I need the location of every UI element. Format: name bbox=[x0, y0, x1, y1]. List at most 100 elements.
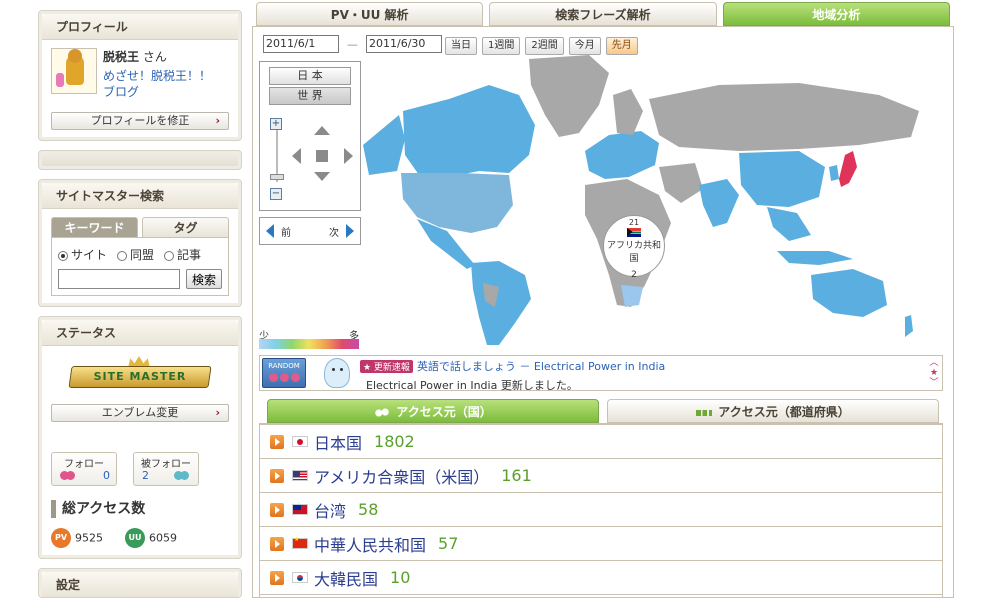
profile-box: プロフィール 脱税王 さん めざせ！脱税王！！ ブログ プロフィールを修正 › bbox=[38, 10, 242, 141]
map-indonesia bbox=[777, 251, 853, 265]
emblem-change-button[interactable]: エンブレム変更 › bbox=[51, 404, 229, 422]
map-australia bbox=[811, 269, 887, 317]
tab-access-prefecture[interactable]: アクセス元（都道府県） bbox=[607, 399, 939, 423]
zoom-in-icon[interactable]: + bbox=[270, 118, 282, 130]
tab-access-country[interactable]: アクセス元（国） bbox=[267, 399, 599, 423]
table-row[interactable]: 日本国 1802 bbox=[260, 425, 942, 459]
pan-center-icon[interactable] bbox=[316, 150, 328, 162]
radio-site[interactable]: サイト bbox=[58, 246, 107, 263]
followed-button[interactable]: 被フォロー 2 bbox=[133, 452, 199, 486]
map-se-asia bbox=[767, 207, 811, 241]
next-arrow-icon[interactable] bbox=[346, 224, 354, 238]
map-control-panel: 日 本 世 界 + − bbox=[259, 61, 361, 211]
range-today-button[interactable]: 当日 bbox=[445, 37, 477, 55]
country-name[interactable]: 中華人民共和国 bbox=[314, 532, 426, 556]
country-name[interactable]: 台湾 bbox=[314, 498, 346, 522]
star-icon[interactable]: ★ bbox=[928, 368, 940, 378]
pan-down-icon[interactable] bbox=[314, 172, 330, 181]
range-last-month-button[interactable]: 先月 bbox=[605, 37, 638, 55]
range-1week-button[interactable]: 1週間 bbox=[482, 37, 521, 55]
china-flag-icon bbox=[292, 536, 308, 549]
prev-next-control: 前 次 bbox=[259, 217, 361, 245]
next-icon[interactable] bbox=[290, 373, 300, 382]
expand-arrow-icon[interactable] bbox=[270, 434, 284, 449]
play-icon[interactable] bbox=[279, 373, 289, 382]
table-row[interactable]: 大韓民国 10 bbox=[260, 561, 942, 595]
map-japan bbox=[839, 151, 857, 187]
map-alaska bbox=[363, 115, 405, 175]
country-callout[interactable]: 21 アフリカ共和国 2 bbox=[603, 215, 665, 280]
country-name[interactable]: アメリカ合衆国（米国） bbox=[314, 464, 489, 488]
heart-icon bbox=[60, 471, 76, 481]
status-title: ステータス bbox=[42, 320, 238, 346]
random-button[interactable]: RANDOM bbox=[262, 358, 306, 388]
expand-arrow-icon[interactable] bbox=[270, 570, 284, 585]
country-count: 1802 bbox=[374, 432, 415, 451]
range-this-month-button[interactable]: 今月 bbox=[568, 37, 601, 55]
tab-search-phrase[interactable]: 検索フレーズ解析 bbox=[489, 2, 717, 26]
settings-box: 設定 bbox=[38, 568, 242, 598]
site-master-emblem: SITE MASTER bbox=[68, 356, 212, 400]
chevron-down-icon[interactable]: ﹀ bbox=[928, 378, 940, 388]
map-india bbox=[699, 179, 739, 227]
expand-arrow-icon[interactable] bbox=[270, 536, 284, 551]
blog-link[interactable]: めざせ！脱税王！！ ブログ bbox=[103, 68, 211, 100]
tab-pv-uu[interactable]: PV・UU 解析 bbox=[256, 2, 484, 26]
chevron-up-icon[interactable]: ︿ bbox=[928, 358, 940, 368]
table-row[interactable]: アメリカ合衆国（米国） 161 bbox=[260, 459, 942, 493]
decoration-icon bbox=[56, 73, 64, 87]
range-2week-button[interactable]: 2週間 bbox=[525, 37, 564, 55]
table-row[interactable]: 台湾 58 bbox=[260, 493, 942, 527]
profile-name: 脱税王 さん bbox=[103, 50, 167, 64]
taiwan-flag-icon bbox=[292, 504, 308, 515]
pan-right-icon[interactable] bbox=[344, 148, 353, 164]
world-map[interactable] bbox=[359, 55, 959, 345]
tab-tag[interactable]: タグ bbox=[142, 217, 229, 237]
next-button[interactable]: 次 bbox=[329, 224, 339, 239]
map-south-america bbox=[471, 261, 531, 345]
prev-button[interactable]: 前 bbox=[281, 224, 291, 239]
region-panel: 2011/6/1 — 2011/6/30 当日 1週間 2週間 今月 先月 日 … bbox=[252, 26, 954, 598]
prev-icon[interactable] bbox=[268, 373, 278, 382]
zoom-out-icon[interactable]: − bbox=[270, 188, 282, 200]
update-badge: ★ 更新速報 bbox=[360, 360, 413, 373]
zoom-slider-handle[interactable] bbox=[270, 174, 284, 180]
pan-left-icon[interactable] bbox=[292, 148, 301, 164]
main: PV・UU 解析 検索フレーズ解析 地域分析 2011/6/1 — 2011/6… bbox=[252, 0, 954, 598]
date-to-input[interactable]: 2011/6/30 bbox=[366, 35, 442, 53]
prev-arrow-icon[interactable] bbox=[266, 224, 274, 238]
expand-arrow-icon[interactable] bbox=[270, 502, 284, 517]
edit-profile-button[interactable]: プロフィールを修正 › bbox=[51, 112, 229, 130]
tab-keyword[interactable]: キーワード bbox=[51, 217, 138, 237]
avatar[interactable] bbox=[51, 48, 97, 94]
profile-title: プロフィール bbox=[42, 14, 238, 40]
radio-alliance[interactable]: 同盟 bbox=[117, 246, 154, 263]
search-input[interactable] bbox=[58, 269, 180, 289]
radio-article[interactable]: 記事 bbox=[164, 246, 201, 263]
date-from-input[interactable]: 2011/6/1 bbox=[263, 35, 339, 53]
total-access-title: 総アクセス数 bbox=[51, 500, 229, 518]
pan-up-icon[interactable] bbox=[314, 126, 330, 135]
chevron-right-icon: › bbox=[215, 406, 220, 419]
world-view-button[interactable]: 世 界 bbox=[269, 87, 351, 105]
sidebar: プロフィール 脱税王 さん めざせ！脱税王！！ ブログ プロフィールを修正 › … bbox=[38, 10, 242, 598]
map-europe bbox=[585, 131, 659, 179]
map-russia bbox=[649, 83, 919, 151]
japan-view-button[interactable]: 日 本 bbox=[269, 67, 351, 85]
map-scandinavia bbox=[613, 89, 643, 135]
pv-icon: PV bbox=[51, 528, 71, 548]
tab-region[interactable]: 地域分析 bbox=[722, 2, 950, 26]
update-link[interactable]: 英語で話しましょう － Electrical Power in India bbox=[417, 360, 665, 373]
country-count: 57 bbox=[438, 534, 459, 553]
ticker-scroll[interactable]: ︿ ★ ﹀ bbox=[928, 358, 940, 388]
expand-arrow-icon[interactable] bbox=[270, 468, 284, 483]
table-row[interactable]: 中華人民共和国 57 bbox=[260, 527, 942, 561]
map-new-zealand bbox=[905, 315, 913, 337]
korea-flag-icon bbox=[292, 572, 308, 583]
follow-button[interactable]: フォロー 0 bbox=[51, 452, 117, 486]
country-name[interactable]: 日本国 bbox=[314, 430, 362, 454]
page: プロフィール 脱税王 さん めざせ！脱税王！！ ブログ プロフィールを修正 › … bbox=[0, 0, 992, 598]
search-button[interactable]: 検索 bbox=[186, 269, 222, 289]
country-name[interactable]: 大韓民国 bbox=[314, 566, 378, 590]
map-china bbox=[739, 151, 825, 207]
